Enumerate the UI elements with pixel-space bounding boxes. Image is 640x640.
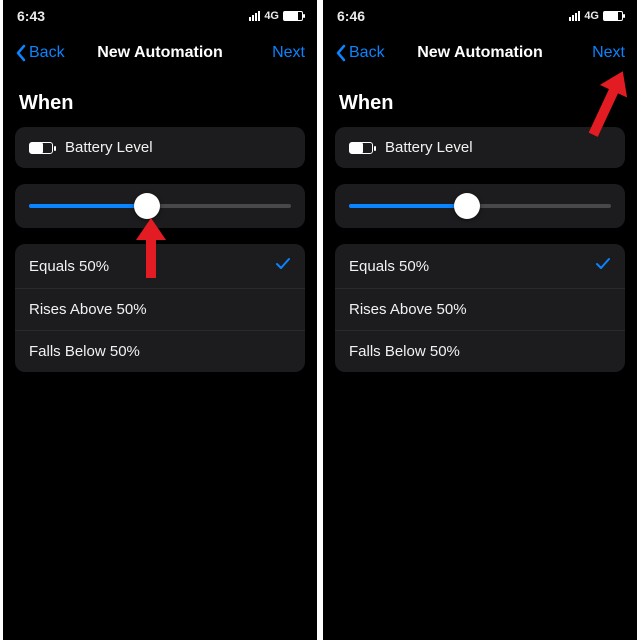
battery-status-icon bbox=[283, 11, 303, 21]
trigger-label: Battery Level bbox=[65, 139, 153, 156]
options-list: Equals 50% Rises Above 50% Falls Below 5… bbox=[335, 244, 625, 372]
battery-slider[interactable] bbox=[349, 204, 611, 208]
phone-screen: 6:46 4G Back New Automation Next When Ba… bbox=[323, 0, 637, 640]
battery-icon bbox=[349, 142, 373, 154]
signal-icon bbox=[569, 11, 580, 21]
back-button[interactable]: Back bbox=[15, 44, 65, 62]
chevron-left-icon bbox=[335, 44, 347, 62]
status-time: 6:46 bbox=[337, 8, 365, 24]
nav-bar: Back New Automation Next bbox=[3, 32, 317, 74]
option-falls[interactable]: Falls Below 50% bbox=[15, 330, 305, 372]
next-button[interactable]: Next bbox=[272, 44, 305, 62]
slider-thumb[interactable] bbox=[134, 193, 160, 219]
nav-bar: Back New Automation Next bbox=[323, 32, 637, 74]
option-falls[interactable]: Falls Below 50% bbox=[335, 330, 625, 372]
trigger-card[interactable]: Battery Level bbox=[15, 127, 305, 168]
status-bar: 6:46 4G bbox=[323, 0, 637, 32]
battery-slider[interactable] bbox=[29, 204, 291, 208]
option-rises[interactable]: Rises Above 50% bbox=[335, 288, 625, 330]
slider-card bbox=[335, 184, 625, 228]
back-button[interactable]: Back bbox=[335, 44, 385, 62]
status-bar: 6:43 4G bbox=[3, 0, 317, 32]
phone-screen: 6:43 4G Back New Automation Next When Ba… bbox=[3, 0, 317, 640]
option-equals[interactable]: Equals 50% bbox=[335, 244, 625, 288]
battery-status-icon bbox=[603, 11, 623, 21]
network-label: 4G bbox=[264, 10, 279, 22]
chevron-left-icon bbox=[15, 44, 27, 62]
slider-card bbox=[15, 184, 305, 228]
check-icon bbox=[595, 256, 611, 276]
slider-thumb[interactable] bbox=[454, 193, 480, 219]
check-icon bbox=[275, 256, 291, 276]
signal-icon bbox=[249, 11, 260, 21]
battery-icon bbox=[29, 142, 53, 154]
section-header: When bbox=[19, 92, 301, 115]
trigger-label: Battery Level bbox=[385, 139, 473, 156]
next-button[interactable]: Next bbox=[592, 44, 625, 62]
status-indicators: 4G bbox=[569, 10, 623, 22]
network-label: 4G bbox=[584, 10, 599, 22]
status-time: 6:43 bbox=[17, 8, 45, 24]
option-equals[interactable]: Equals 50% bbox=[15, 244, 305, 288]
option-rises[interactable]: Rises Above 50% bbox=[15, 288, 305, 330]
options-list: Equals 50% Rises Above 50% Falls Below 5… bbox=[15, 244, 305, 372]
trigger-card[interactable]: Battery Level bbox=[335, 127, 625, 168]
status-indicators: 4G bbox=[249, 10, 303, 22]
section-header: When bbox=[339, 92, 621, 115]
